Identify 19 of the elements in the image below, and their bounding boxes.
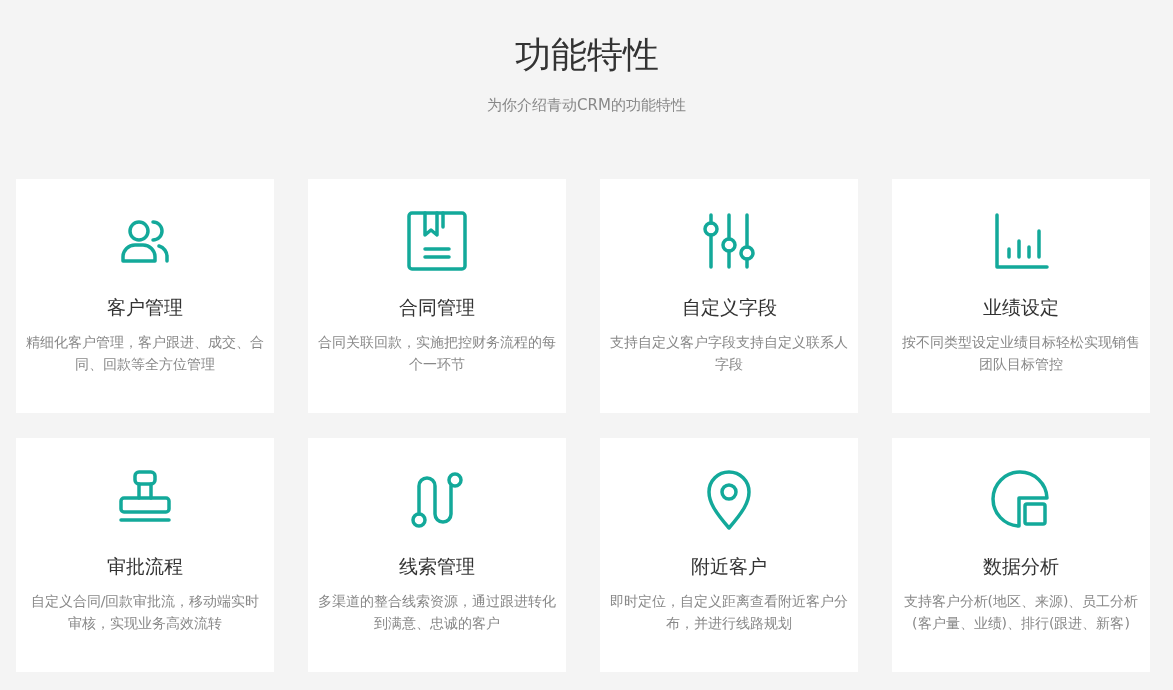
feature-title: 审批流程 <box>106 553 184 579</box>
feature-description: 合同关联回款，实施把控财务流程的每个一环节 <box>317 332 557 374</box>
feature-title: 业绩设定 <box>982 294 1060 320</box>
section-subtitle: 为你介绍青动CRM的功能特性 <box>486 95 687 116</box>
feature-description: 精细化客户管理，客户跟进、成交、合同、回款等全方位管理 <box>25 332 265 374</box>
feature-description: 支持客户分析(地区、来源)、员工分析(客户量、业绩)、排行(跟进、新客) <box>902 591 1140 633</box>
book-icon <box>405 208 469 273</box>
feature-title: 数据分析 <box>982 553 1060 579</box>
feature-description: 即时定位，自定义距离查看附近客户分布，并进行线路规划 <box>609 591 849 633</box>
feature-title: 客户管理 <box>106 294 184 320</box>
feature-title: 合同管理 <box>398 294 476 320</box>
feature-description: 支持自定义客户字段支持自定义联系人字段 <box>609 332 849 374</box>
section-title: 功能特性 <box>513 33 660 77</box>
feature-title: 附近客户 <box>690 553 768 579</box>
feature-description: 按不同类型设定业绩目标轻松实现销售团队目标管控 <box>901 332 1141 374</box>
feature-description: 多渠道的整合线索资源，通过跟进转化到满意、忠诚的客户 <box>317 591 557 633</box>
feature-description: 自定义合同/回款审批流，移动端实时审核，实现业务高效流转 <box>29 591 261 633</box>
feature-title: 线索管理 <box>398 553 476 579</box>
feature-title: 自定义字段 <box>680 294 778 320</box>
